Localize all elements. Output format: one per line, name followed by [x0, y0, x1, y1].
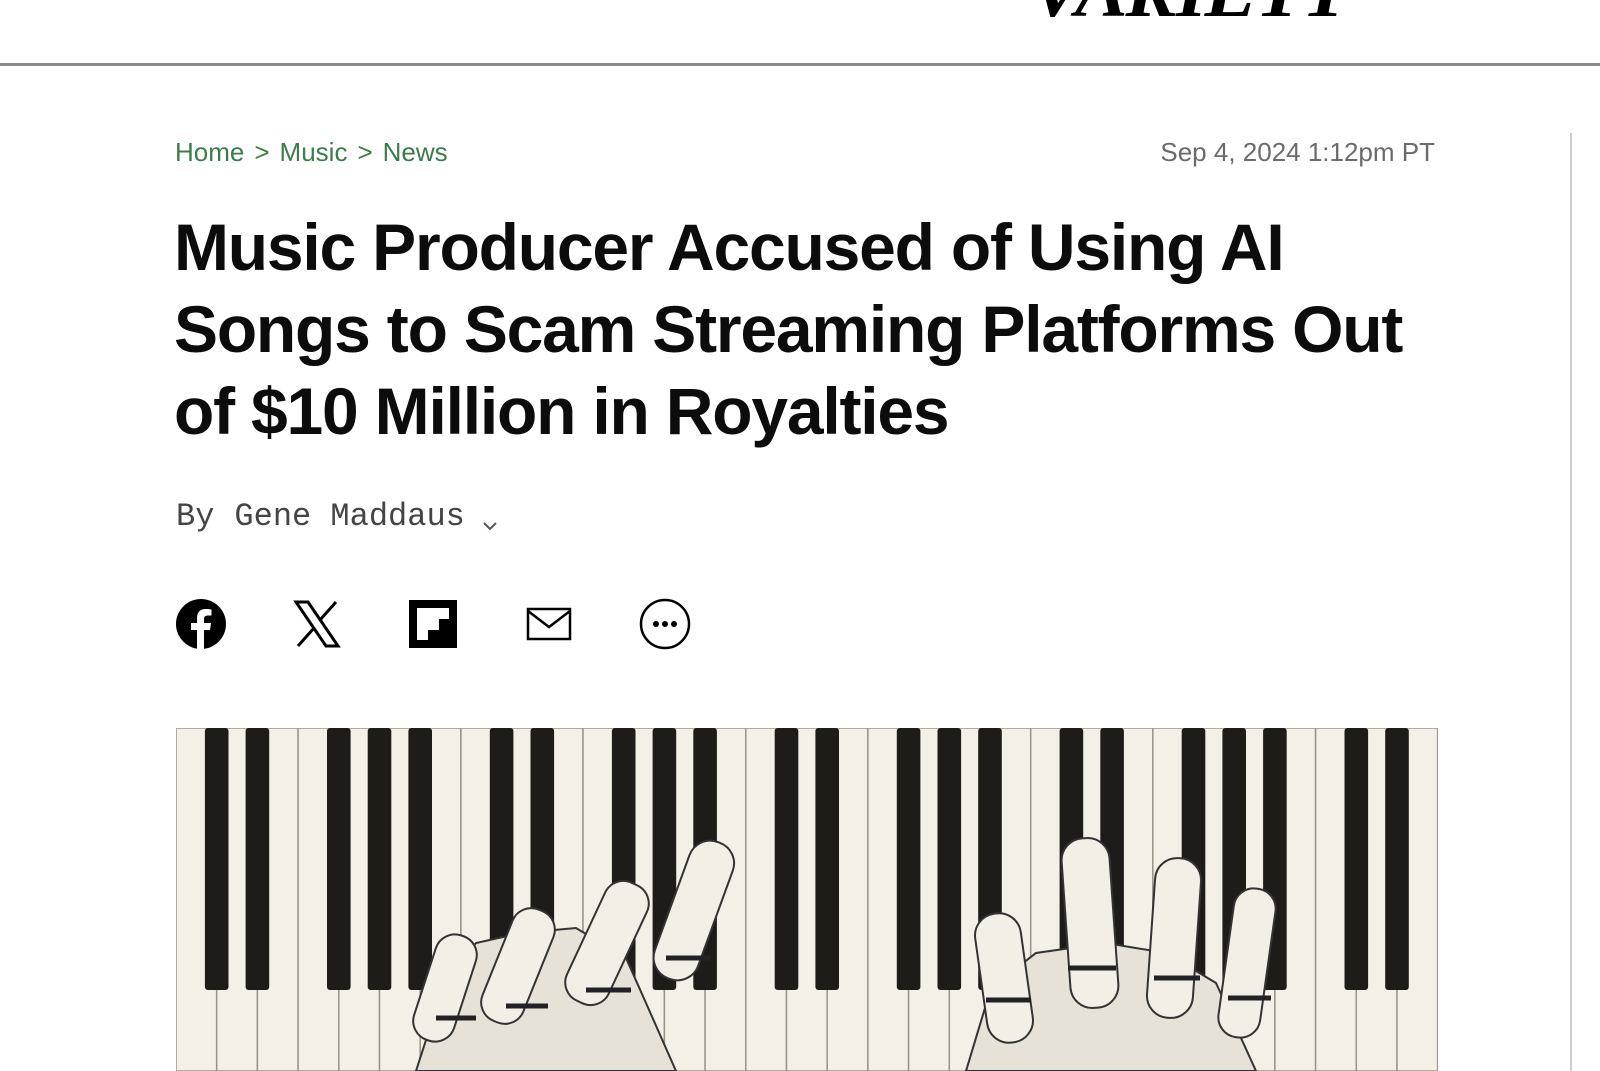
- black-key: [774, 728, 799, 990]
- publish-timestamp: Sep 4, 2024 1:12pm PT: [1160, 137, 1435, 167]
- black-key: [327, 728, 351, 990]
- hero-image[interactable]: [176, 728, 1438, 1071]
- black-key: [815, 728, 839, 990]
- black-key: [204, 728, 229, 990]
- article-headline: Music Producer Accused of Using AI Songs…: [174, 210, 1403, 448]
- share-bar: [174, 597, 754, 651]
- byline: By Gene Maddaus: [176, 498, 499, 535]
- black-key: [408, 728, 432, 990]
- black-key: [896, 728, 921, 990]
- email-icon[interactable]: [522, 597, 576, 651]
- black-key: [367, 728, 392, 990]
- black-key: [245, 728, 270, 990]
- byline-prefix: By: [176, 498, 215, 535]
- breadcrumb-music-link[interactable]: Music: [280, 137, 348, 168]
- breadcrumb-separator: >: [357, 137, 373, 167]
- chevron-down-icon[interactable]: [481, 508, 499, 530]
- facebook-icon[interactable]: [174, 597, 228, 651]
- sidebar-divider: [1570, 133, 1572, 1071]
- robot-hands-piano-illustration: [176, 728, 1438, 1071]
- breadcrumb-separator: >: [254, 137, 270, 167]
- site-header: VARIETY: [0, 0, 1600, 66]
- breadcrumb-news-link[interactable]: News: [383, 137, 448, 168]
- more-icon[interactable]: [638, 597, 692, 651]
- variety-logo[interactable]: VARIETY: [1030, 0, 1350, 28]
- breadcrumb-home-link[interactable]: Home: [175, 137, 244, 168]
- flipboard-icon[interactable]: [406, 597, 460, 651]
- author-name[interactable]: Gene Maddaus: [234, 498, 464, 535]
- breadcrumb: Home > Music > News: [175, 137, 448, 168]
- black-key: [1344, 728, 1369, 990]
- black-key: [1385, 728, 1409, 990]
- black-key: [937, 728, 962, 990]
- x-icon[interactable]: [290, 597, 344, 651]
